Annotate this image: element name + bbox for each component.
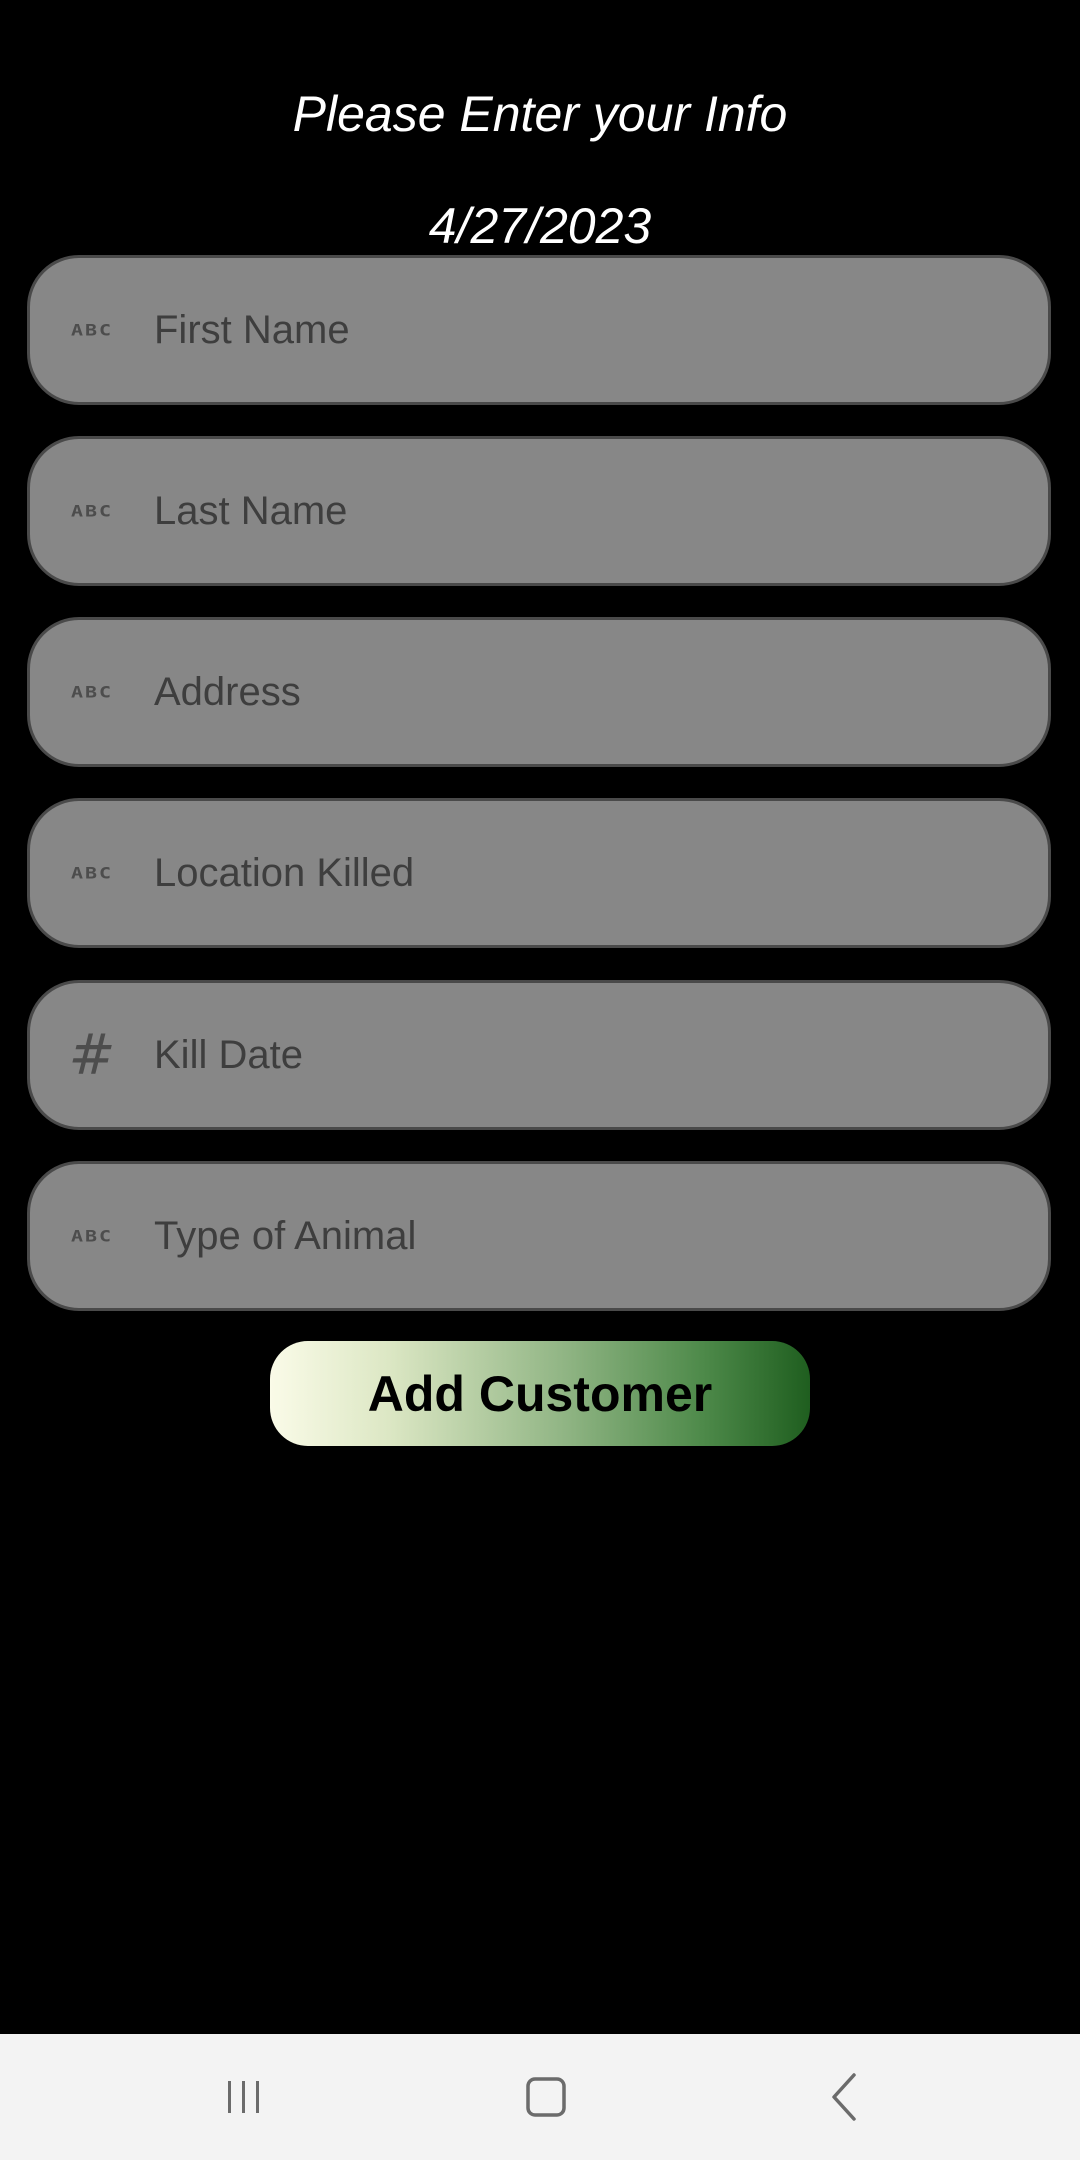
add-customer-button[interactable]: Add Customer: [270, 1341, 810, 1446]
type-of-animal-input[interactable]: [154, 1206, 1008, 1266]
system-navigation-bar: [0, 2034, 1080, 2160]
location-killed-input[interactable]: [154, 843, 1008, 903]
add-customer-screen: Please Enter your Info 4/27/2023 ABC ABC…: [0, 0, 1080, 2160]
current-date: 4/27/2023: [428, 198, 652, 254]
address-field[interactable]: ABC: [27, 617, 1051, 767]
first-name-field[interactable]: ABC: [27, 255, 1051, 405]
back-icon[interactable]: [804, 2062, 884, 2132]
abc-text-icon: ABC: [70, 320, 114, 340]
last-name-input[interactable]: [154, 481, 1008, 541]
abc-text-icon: ABC: [70, 682, 114, 702]
abc-text-icon: ABC: [70, 863, 114, 883]
recents-icon[interactable]: [204, 2062, 284, 2132]
abc-text-icon: ABC: [70, 1226, 114, 1246]
kill-date-field[interactable]: #: [27, 980, 1051, 1130]
address-input[interactable]: [154, 662, 1008, 722]
home-icon[interactable]: [506, 2062, 586, 2132]
kill-date-input[interactable]: [154, 1025, 1008, 1085]
last-name-field[interactable]: ABC: [27, 436, 1051, 586]
type-of-animal-field[interactable]: ABC: [27, 1161, 1051, 1311]
abc-text-icon: ABC: [70, 501, 114, 521]
location-killed-field[interactable]: ABC: [27, 798, 1051, 948]
page-title: Please Enter your Info: [292, 86, 788, 142]
first-name-input[interactable]: [154, 300, 1008, 360]
hash-number-icon: #: [68, 1022, 116, 1088]
